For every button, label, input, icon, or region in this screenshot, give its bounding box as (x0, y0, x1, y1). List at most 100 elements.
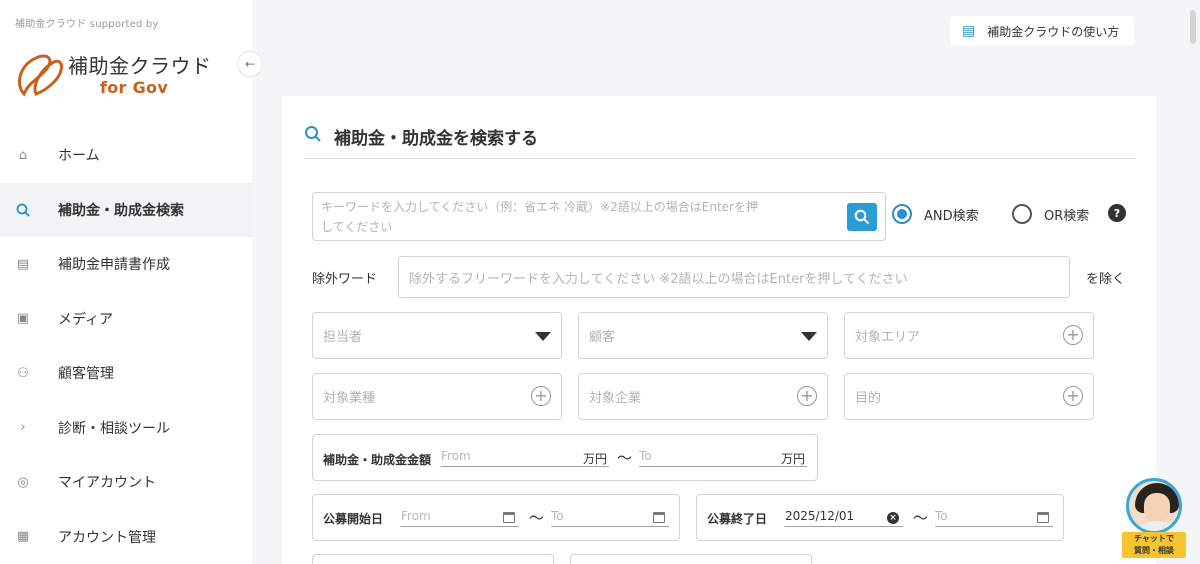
sidebar-item-label: アカウント管理 (58, 529, 156, 546)
collapse-sidebar-button[interactable]: ← (237, 51, 263, 77)
mokuteki-label: 目的 (855, 391, 882, 406)
users-icon: ⚇ (17, 365, 29, 381)
plus-circle-icon[interactable]: + (797, 386, 817, 406)
and-search-label: AND検索 (924, 208, 979, 224)
amount-label: 補助金・助成金金額 (323, 453, 432, 467)
chevron-right-icon: › (20, 420, 26, 436)
search-icon (304, 125, 322, 148)
chat-tag-line1: チャットで (1134, 534, 1174, 543)
or-search-label: OR検索 (1044, 208, 1090, 224)
calendar-icon[interactable] (1037, 512, 1049, 523)
sidebar-item-diagnosis[interactable]: › 診断・相談ツール (0, 401, 252, 456)
page-title-text: 補助金・助成金を検索する (334, 129, 538, 149)
end-date-range: 公募終了日 2025/12/01 × 〜 To (696, 494, 1064, 541)
chat-tag: チャットで 質問・相談 (1122, 532, 1186, 558)
search-icon (854, 209, 870, 225)
range-tilde: 〜 (913, 509, 929, 527)
help-button[interactable]: ▤ 補助金クラウドの使い方 (950, 16, 1134, 46)
media-icon: ▣ (16, 311, 30, 327)
sidebar-item-media[interactable]: ▣ メディア (0, 292, 252, 347)
kokyaku-select[interactable]: 顧客 (578, 312, 828, 359)
sidebar-item-application[interactable]: ▤ 補助金申請書作成 (0, 237, 252, 292)
and-search-radio[interactable]: AND検索 (892, 204, 979, 224)
sidebar-item-search[interactable]: 補助金・助成金検索 (0, 182, 252, 237)
radio-selected-icon (892, 204, 912, 224)
or-search-radio[interactable]: OR検索 (1012, 204, 1089, 224)
message-icon: ▤ (962, 23, 976, 39)
start-date-from-placeholder: From (401, 509, 431, 523)
kigyou-label: 対象企業 (589, 391, 642, 406)
sidebar-item-label: 診断・相談ツール (58, 420, 170, 437)
area-field[interactable]: 対象エリア + (844, 312, 1094, 359)
search-card: 補助金・助成金を検索する キーワードを入力してください（例：省エネ 冷蔵）※2語… (282, 96, 1156, 564)
end-date-to-placeholder: To (935, 509, 948, 523)
area-label: 対象エリア (855, 330, 921, 345)
sidebar-item-my-account[interactable]: ◎ マイアカウント (0, 455, 252, 510)
sidebar-item-label: マイアカウント (58, 475, 156, 492)
exclude-suffix: を除く (1086, 272, 1126, 287)
home-icon: ⌂ (18, 147, 28, 163)
keyword-placeholder-line1: キーワードを入力してください（例：省エネ 冷蔵）※2語以上の場合はEnterを押 (321, 200, 758, 214)
amount-from-unit: 万円 (583, 452, 608, 466)
range-tilde: 〜 (529, 509, 545, 527)
gyoushu-label: 対象業種 (323, 391, 376, 406)
help-question-icon[interactable]: ? (1108, 204, 1126, 222)
amount-from-placeholder: From (441, 449, 471, 463)
plus-circle-icon[interactable]: + (1063, 386, 1083, 406)
plus-circle-icon[interactable]: + (531, 386, 551, 406)
keyword-input[interactable]: キーワードを入力してください（例：省エネ 冷蔵）※2語以上の場合はEnterを押… (312, 192, 886, 241)
help-label: 補助金クラウドの使い方 (987, 24, 1120, 39)
calendar-icon[interactable] (653, 512, 665, 523)
start-date-to-placeholder: To (551, 509, 564, 523)
supported-by-text: 補助金クラウド supported by (15, 19, 159, 30)
sidebar: 補助金クラウド supported by 補助金クラウド for Gov ⌂ ホ… (0, 0, 252, 564)
scrollbar[interactable] (1190, 10, 1196, 44)
page-title: 補助金・助成金を検索する (304, 124, 538, 149)
calendar-icon[interactable] (503, 512, 515, 523)
keyword-search-button[interactable] (847, 203, 877, 231)
sidebar-item-label: ホーム (58, 148, 100, 165)
end-date-to-input[interactable]: To (935, 507, 1053, 527)
start-date-label: 公募開始日 (323, 512, 384, 526)
sidebar-item-label: 補助金申請書作成 (58, 257, 170, 274)
chat-avatar (1126, 478, 1182, 534)
range-tilde: 〜 (617, 449, 633, 467)
tantousha-label: 担当者 (323, 330, 363, 345)
end-date-from-value: 2025/12/01 (785, 509, 855, 523)
sidebar-item-home[interactable]: ⌂ ホーム (0, 128, 252, 183)
kigyou-field[interactable]: 対象企業 + (578, 373, 828, 420)
chat-support-button[interactable]: チャットで 質問・相談 (1122, 478, 1186, 560)
divider (304, 158, 1136, 159)
start-date-range: 公募開始日 From 〜 To (312, 494, 680, 541)
mokuteki-field[interactable]: 目的 + (844, 373, 1094, 420)
tantousha-select[interactable]: 担当者 (312, 312, 562, 359)
search-icon (14, 201, 32, 219)
keyword-placeholder-line2: してください (321, 220, 393, 234)
next-row-field-2[interactable] (570, 554, 812, 564)
end-date-from-input[interactable]: 2025/12/01 (785, 507, 903, 527)
exclude-placeholder: 除外するフリーワードを入力してください ※2語以上の場合はEnterを押してくだ… (409, 271, 908, 287)
plus-circle-icon[interactable]: + (1063, 325, 1083, 345)
arrow-left-icon: ← (244, 57, 256, 71)
gyoushu-field[interactable]: 対象業種 + (312, 373, 562, 420)
sidebar-item-account-admin[interactable]: ▦ アカウント管理 (0, 510, 252, 564)
amount-to-unit: 万円 (781, 452, 806, 466)
sidebar-nav: ⌂ ホーム 補助金・助成金検索 ▤ 補助金申請書作成 ▣ メディア ⚇ 顧客管理… (0, 128, 252, 564)
sidebar-item-customers[interactable]: ⚇ 顧客管理 (0, 346, 252, 401)
exclude-input[interactable]: 除外するフリーワードを入力してください ※2語以上の場合はEnterを押してくだ… (398, 256, 1070, 298)
end-date-label: 公募終了日 (707, 512, 768, 526)
next-row-field-1[interactable] (312, 554, 554, 564)
sidebar-item-label: 顧客管理 (58, 366, 114, 383)
chat-tag-line2: 質問・相談 (1134, 546, 1174, 555)
clear-icon[interactable]: × (887, 512, 899, 524)
sidebar-item-label: メディア (58, 311, 114, 328)
sidebar-item-label: 補助金・助成金検索 (58, 202, 184, 219)
start-date-from-input[interactable]: From (401, 507, 519, 527)
document-icon: ▤ (16, 256, 30, 272)
grid-icon: ▦ (16, 529, 30, 545)
start-date-to-input[interactable]: To (551, 507, 669, 527)
amount-range: 補助金・助成金金額 From 万円 〜 To 万円 (312, 434, 818, 481)
exclude-label: 除外ワード (312, 272, 378, 287)
radio-unselected-icon (1012, 204, 1032, 224)
logo-icon (18, 54, 63, 97)
